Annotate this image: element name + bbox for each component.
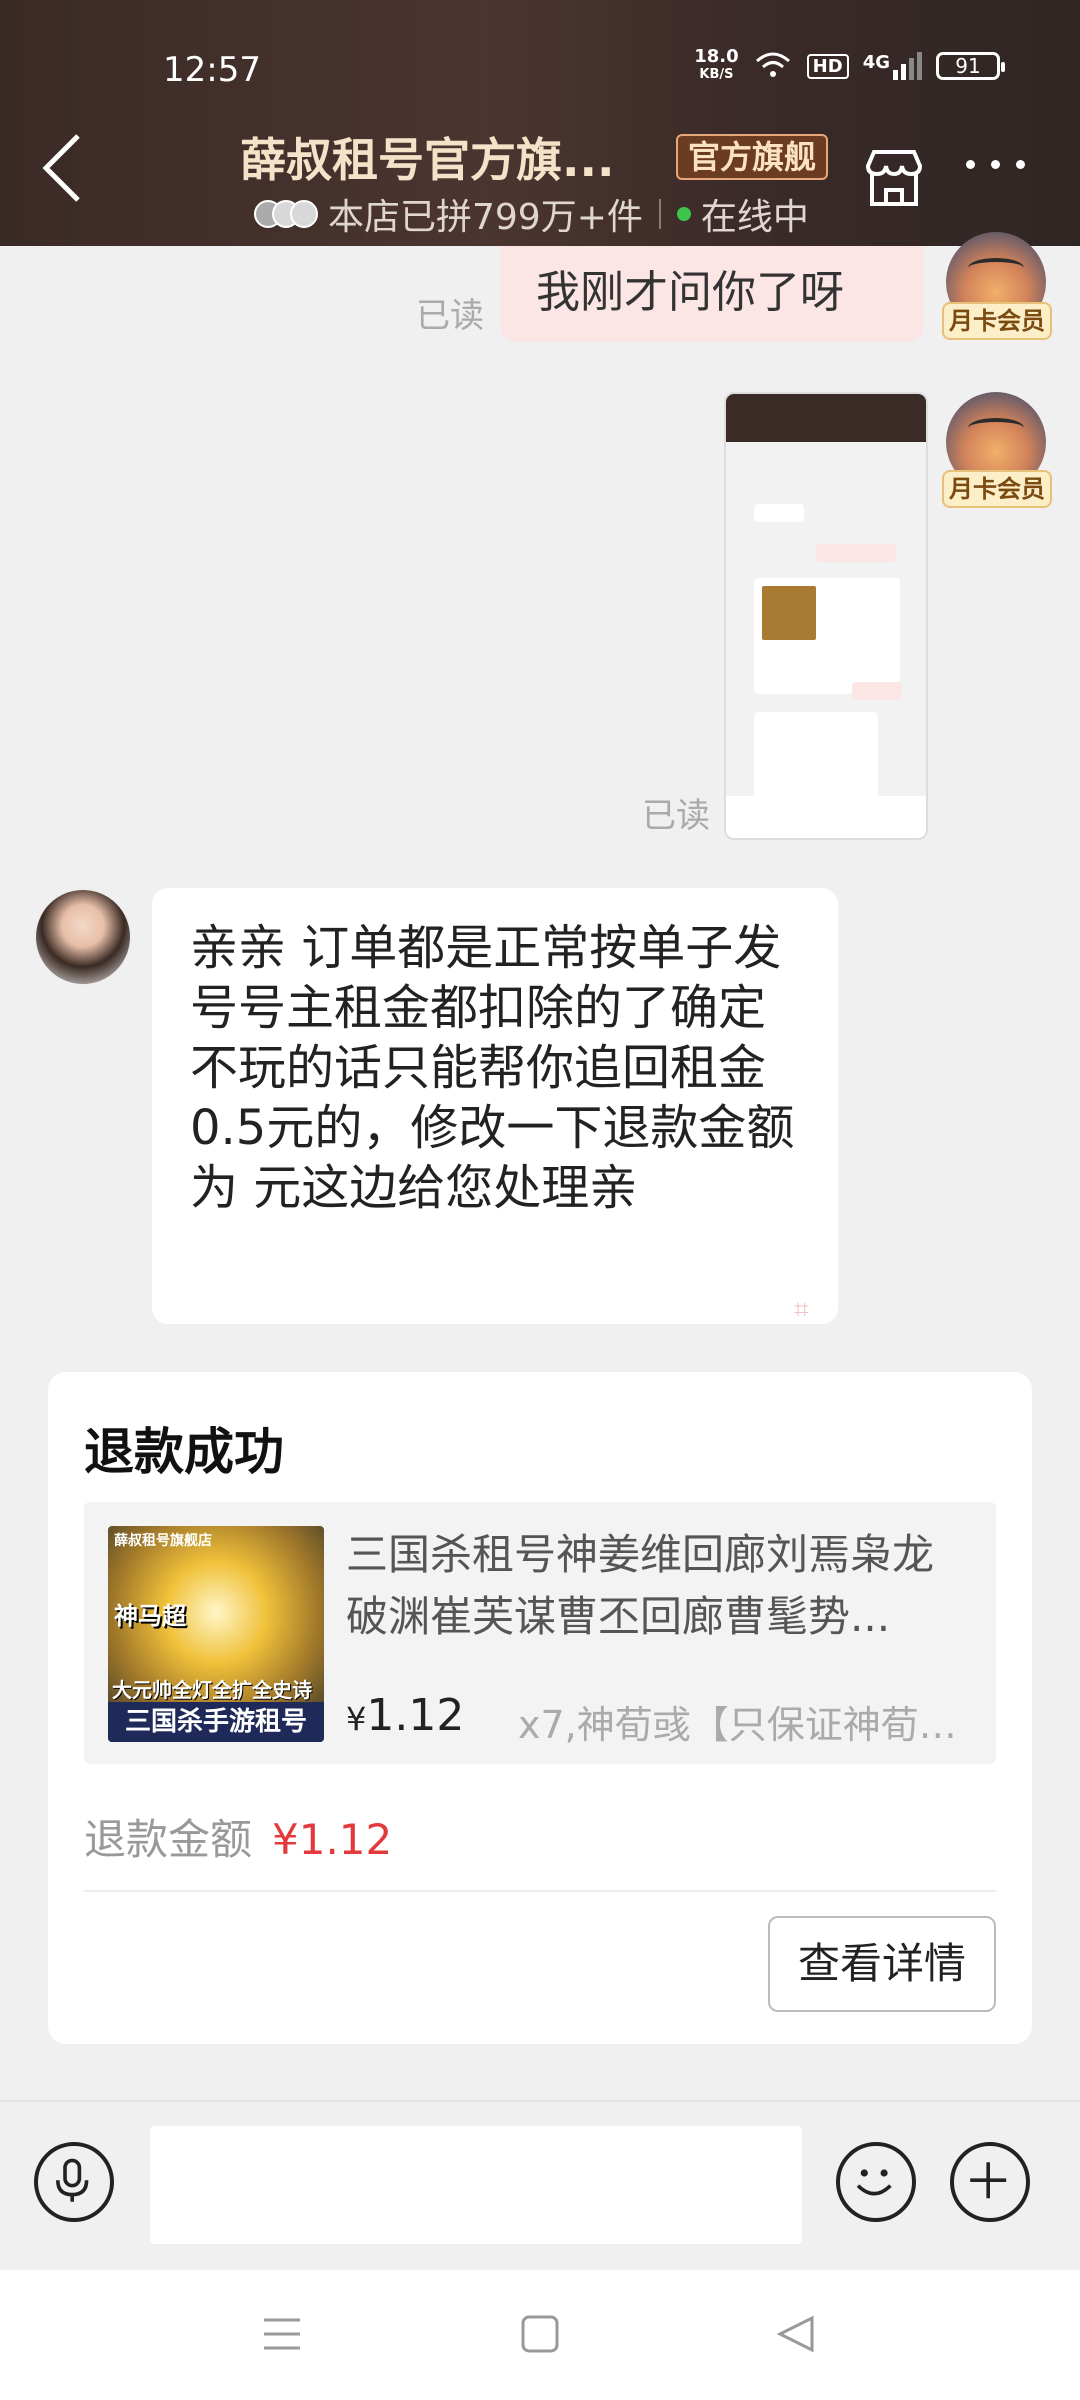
network-speed: 18.0 KB/S [694,46,739,83]
seal-icon: ⌗ [794,1295,809,1325]
shop-title[interactable]: 薛叔租号官方旗... [240,124,614,190]
menu-icon[interactable] [262,2314,302,2354]
online-dot-icon [676,207,691,221]
view-details-button[interactable]: 查看详情 [768,1916,996,2012]
store-icon[interactable] [860,144,928,212]
voice-icon[interactable] [34,2142,114,2222]
more-options-icon[interactable] [966,160,1025,169]
battery-icon: 91 [936,52,1005,80]
hd-icon: HD [806,53,849,79]
shop-avatar[interactable] [34,888,132,986]
status-bar: 12:57 18.0 KB/S HD 4G 91 [0,44,1080,94]
back-button[interactable] [38,130,86,206]
refund-title: 退款成功 [84,1423,284,1481]
my-message-bubble[interactable]: 我刚才问你了呀 [500,246,924,342]
product-price: ¥1.12 [346,1690,465,1741]
product-thumbnail: 薛叔租号旗舰店 神马超 大元帅全灯全扩全史诗 三国杀手游租号 [108,1526,324,1742]
status-time: 12:57 [163,50,261,90]
message-input-bar [0,2100,1080,2270]
refund-amount-value: ¥1.12 [272,1815,393,1864]
buyer-avatars [254,200,318,228]
vip-badge: 月卡会员 [942,470,1052,508]
sales-count: 本店已拼799万+件 [328,197,643,238]
shop-message-bubble[interactable]: 亲亲 订单都是正常按单子发号号主租金都扣除的了确定不玩的话只能帮你追回租金 0.… [152,888,838,1325]
product-name: 三国杀租号神姜维回廊刘焉枭龙破渊崔芙谋曹丕回廊曹髦势... [346,1530,935,1641]
system-nav-bar [0,2270,1080,2400]
status-icons: 18.0 KB/S HD 4G 91 [694,46,1005,84]
refund-amount-label: 退款金额 [84,1815,253,1864]
shop-message-text: 亲亲 订单都是正常按单子发号号主租金都扣除的了确定不玩的话只能帮你追回租金 0.… [190,920,795,1216]
home-icon[interactable] [520,2314,560,2354]
back-nav-icon[interactable] [776,2314,816,2354]
screenshot-message[interactable] [724,392,928,840]
divider [84,1890,996,1892]
refund-card[interactable]: 退款成功 薛叔租号旗舰店 神马超 大元帅全灯全扩全史诗 三国杀手游租号 三国杀租… [48,1372,1032,2044]
read-receipt: 已读 [642,796,710,836]
official-store-badge: 官方旗舰 [676,134,829,180]
signal-4g-icon: 4G [863,52,922,80]
wifi-icon [755,52,790,77]
read-receipt: 已读 [416,296,484,336]
add-icon[interactable] [950,2142,1030,2222]
shop-subline: 本店已拼799万+件 在线中 [254,188,809,240]
vip-badge: 月卡会员 [942,302,1052,340]
chat-header: 12:57 18.0 KB/S HD 4G 91 薛叔租号官方旗... 官方旗舰… [0,0,1080,246]
refund-amount-row: 退款金额 ¥1.12 [84,1806,392,1867]
product-spec: x7,神荀彧【只保证神荀彧... [518,1703,988,1747]
product-item[interactable]: 薛叔租号旗舰店 神马超 大元帅全灯全扩全史诗 三国杀手游租号 三国杀租号神姜维回… [84,1502,996,1764]
divider [658,199,661,229]
emoji-icon[interactable] [836,2142,916,2222]
online-status: 在线中 [700,197,809,238]
message-input[interactable] [150,2126,802,2244]
